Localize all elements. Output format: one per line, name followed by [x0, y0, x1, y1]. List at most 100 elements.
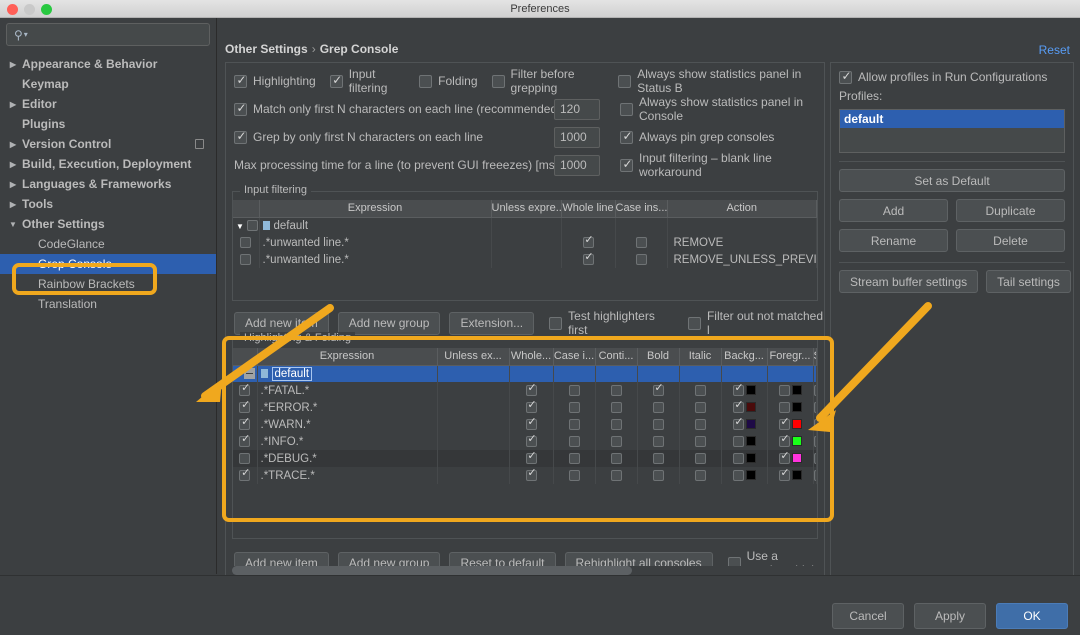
continue-checkbox[interactable]	[610, 418, 622, 430]
row-control-cell[interactable]	[233, 450, 258, 467]
expression-cell[interactable]: .*DEBUG.*	[257, 450, 438, 467]
continue-cell[interactable]	[595, 450, 638, 467]
sidebar-item-appearance-behavior[interactable]: ▶ Appearance & Behavior	[0, 54, 216, 74]
row-control-cell[interactable]	[233, 399, 258, 416]
status-cell[interactable]	[813, 365, 817, 382]
table-row[interactable]: .*WARN.*	[233, 416, 817, 433]
status-checkbox[interactable]	[813, 435, 816, 447]
column-header[interactable]	[233, 200, 260, 218]
case-insensitive-cell[interactable]	[553, 416, 596, 433]
highlighting-table[interactable]: Expression Unless ex... Whole... Case i... C…	[233, 348, 817, 484]
case-insensitive-checkbox[interactable]	[568, 435, 580, 447]
row-enabled-checkbox[interactable]	[239, 433, 251, 447]
row-enable-cell[interactable]	[233, 234, 260, 251]
row-enabled-checkbox[interactable]	[239, 452, 251, 464]
column-header[interactable]: Action	[667, 200, 817, 218]
maximize-window-icon[interactable]	[41, 4, 52, 15]
continue-cell[interactable]	[595, 382, 638, 399]
expression-editor[interactable]: default	[271, 366, 313, 381]
sidebar-item-plugins[interactable]: Plugins	[0, 114, 216, 134]
scrollbar-thumb[interactable]	[232, 566, 632, 575]
expand-triangle-icon[interactable]: ▼	[236, 222, 244, 231]
horizontal-scrollbar[interactable]	[232, 566, 818, 575]
unless-expression-cell[interactable]	[491, 217, 562, 234]
case-insensitive-cell[interactable]	[553, 365, 596, 382]
duplicate-profile-button[interactable]: Duplicate	[956, 199, 1065, 222]
sidebar-item-editor[interactable]: ▶ Editor	[0, 94, 216, 114]
foreground-color-cell[interactable]	[767, 382, 814, 399]
sidebar-item-keymap[interactable]: Keymap	[0, 74, 216, 94]
sidebar-item-build-execution-deployment[interactable]: ▶ Build, Execution, Deployment	[0, 154, 216, 174]
grep-first-n-checkbox[interactable]	[234, 129, 248, 144]
profiles-list[interactable]: default	[839, 109, 1065, 153]
background-color-cell[interactable]	[721, 365, 768, 382]
expression-cell[interactable]: .*unwanted line.*	[259, 234, 492, 251]
set-as-default-button[interactable]: Set as Default	[839, 169, 1065, 192]
table-row[interactable]: .*INFO.*	[233, 433, 817, 450]
row-enabled-checkbox[interactable]	[246, 220, 258, 232]
delete-profile-button[interactable]: Delete	[956, 229, 1065, 252]
apply-button[interactable]: Apply	[914, 603, 986, 629]
bold-checkbox[interactable]	[652, 401, 664, 413]
foreground-color-cell[interactable]	[767, 365, 814, 382]
input-filtering-table[interactable]: Expression Unless expre... Whole line Case …	[233, 200, 817, 268]
whole-line-cell[interactable]	[509, 382, 554, 399]
settings-tree[interactable]: ▶ Appearance & Behavior Keymap ▶ Editor Plugi…	[0, 54, 216, 314]
status-checkbox[interactable]	[813, 418, 816, 430]
row-control-cell[interactable]: ▼	[233, 365, 258, 382]
foreground-enabled-checkbox[interactable]	[778, 450, 791, 464]
row-enabled-checkbox[interactable]	[239, 382, 251, 396]
status-checkbox[interactable]	[813, 469, 816, 481]
bold-cell[interactable]	[637, 450, 680, 467]
expression-cell[interactable]: .*INFO.*	[257, 433, 438, 450]
blank-line-workaround-checkbox[interactable]	[620, 157, 634, 172]
foreground-color-swatch[interactable]	[791, 402, 802, 413]
row-control-cell[interactable]	[233, 467, 258, 484]
reset-link[interactable]: Reset	[1039, 43, 1070, 57]
chevron-down-icon[interactable]: ▼	[6, 220, 20, 229]
status-checkbox[interactable]	[813, 401, 816, 413]
case-insensitive-cell[interactable]	[615, 234, 668, 251]
if-checkbox[interactable]	[687, 316, 701, 330]
foreground-enabled-checkbox[interactable]	[778, 401, 790, 413]
whole-line-checkbox[interactable]	[525, 467, 538, 481]
column-header[interactable]: Expression	[257, 348, 438, 366]
status-checkbox[interactable]	[813, 384, 816, 396]
background-enabled-checkbox[interactable]	[732, 416, 745, 430]
expression-cell[interactable]: default	[259, 217, 492, 234]
stats-console-checkbox[interactable]	[620, 102, 633, 116]
unless-expression-cell[interactable]	[437, 467, 510, 484]
continue-cell[interactable]	[595, 399, 638, 416]
stream-buffer-settings-button[interactable]: Stream buffer settings	[839, 270, 979, 293]
bold-cell[interactable]	[637, 433, 680, 450]
italic-checkbox[interactable]	[694, 384, 706, 396]
status-cell[interactable]	[813, 416, 817, 433]
cancel-button[interactable]: Cancel	[832, 603, 904, 629]
column-header[interactable]: Sta	[813, 348, 817, 366]
unless-expression-cell[interactable]	[437, 382, 510, 399]
sidebar-item-translation[interactable]: Translation	[0, 294, 216, 314]
status-cell[interactable]	[813, 433, 817, 450]
bold-cell[interactable]	[637, 467, 680, 484]
table-row[interactable]: .*TRACE.*	[233, 467, 817, 484]
foreground-color-swatch[interactable]	[791, 453, 802, 464]
continue-checkbox[interactable]	[610, 401, 622, 413]
foreground-enabled-checkbox[interactable]	[778, 384, 790, 396]
tail-settings-button[interactable]: Tail settings	[986, 270, 1071, 293]
sidebar-item-codeglance[interactable]: CodeGlance	[0, 234, 216, 254]
background-color-cell[interactable]	[721, 450, 768, 467]
continue-checkbox[interactable]	[610, 452, 622, 464]
option-checkbox-input-filtering[interactable]	[329, 73, 344, 88]
table-row[interactable]: .*unwanted line.* REMOVE_UNLESS_PREVIOUSL…	[233, 251, 817, 268]
whole-line-cell[interactable]	[509, 450, 554, 467]
chevron-right-icon[interactable]: ▶	[6, 200, 20, 209]
italic-checkbox[interactable]	[694, 452, 706, 464]
background-enabled-checkbox[interactable]	[732, 399, 745, 413]
whole-line-cell[interactable]	[509, 433, 554, 450]
pin-consoles-checkbox[interactable]	[620, 129, 634, 144]
option-checkbox-filter-before-grepping[interactable]	[491, 74, 505, 88]
collapse-box-icon[interactable]	[243, 368, 255, 380]
expression-cell[interactable]: .*TRACE.*	[257, 467, 438, 484]
table-row[interactable]: ▼ default	[233, 217, 817, 234]
bold-cell[interactable]	[637, 416, 680, 433]
